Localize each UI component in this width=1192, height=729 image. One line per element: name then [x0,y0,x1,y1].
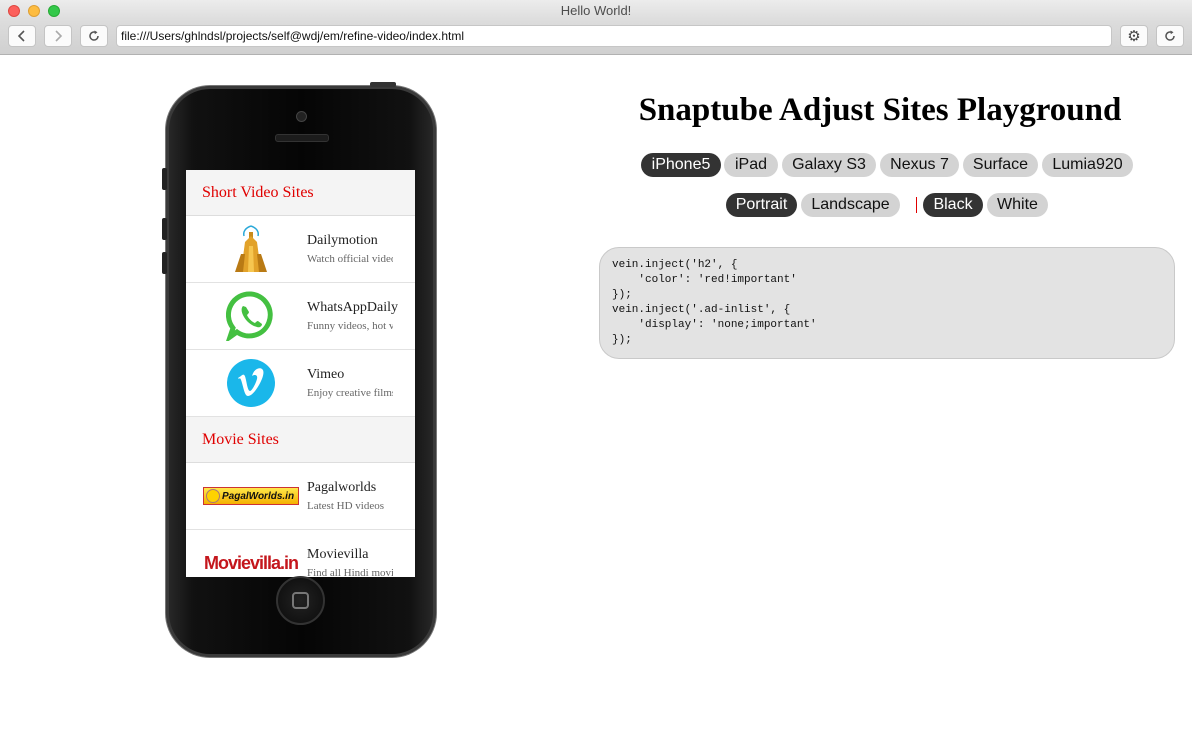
page-title: Snaptube Adjust Sites Playground [638,92,1122,128]
site-description: Find all Hindi movies [307,567,393,577]
site-title: WhatsAppDaily [307,300,398,315]
site-title: Movievilla [307,547,369,562]
chevron-right-icon [55,30,63,42]
home-button[interactable] [276,576,325,625]
browser-toolbar: file:///Users/ghlndsl/projects/self@wdj/… [0,22,1192,55]
earpiece-speaker [275,134,329,142]
device-iphone5-button[interactable]: iPhone5 [641,153,721,177]
site-row-dailymotion[interactable]: Dailymotion Watch official videos [186,216,415,283]
volume-up-button [162,218,167,240]
reload-button[interactable] [80,25,108,47]
close-window-button[interactable] [8,5,20,17]
code-editor[interactable]: vein.inject('h2', { 'color': 'red!import… [599,247,1175,359]
site-title: Pagalworlds [307,480,377,495]
settings-button[interactable]: ⚙ [1120,25,1148,47]
gear-icon: ⚙ [1127,28,1141,45]
device-lumia920-button[interactable]: Lumia920 [1042,153,1133,177]
theme-white-button[interactable]: White [987,193,1048,217]
window-titlebar: Hello World! [0,0,1192,22]
logo-text: Movievilla.in [203,552,299,573]
forward-button[interactable] [44,25,72,47]
minimize-window-button[interactable] [28,5,40,17]
theme-black-button[interactable]: Black [923,193,983,217]
address-bar[interactable]: file:///Users/ghlndsl/projects/self@wdj/… [116,25,1112,47]
site-description: Enjoy creative films [307,387,393,399]
front-camera [296,111,307,122]
site-description: Latest HD videos [307,500,384,512]
home-square-icon [292,592,309,609]
phone-screen[interactable]: Short Video Sites Dailymotion Watch offi… [186,170,415,577]
chevron-left-icon [17,30,25,42]
back-button[interactable] [8,25,36,47]
orientation-portrait-button[interactable]: Portrait [726,193,797,217]
maximize-window-button[interactable] [48,5,60,17]
device-surface-button[interactable]: Surface [963,153,1038,177]
reload-icon [1165,30,1175,41]
movievilla-logo-icon: Movievilla.in [202,538,300,577]
power-button [370,82,396,87]
device-ipad-button[interactable]: iPad [724,153,778,177]
iphone-frame: Short Video Sites Dailymotion Watch offi… [162,82,436,657]
section-header-short-video: Short Video Sites [186,170,415,216]
window-title: Hello World! [560,3,632,18]
device-galaxy-s3-button[interactable]: Galaxy S3 [782,153,876,177]
selector-separator [916,197,917,213]
reload-icon [89,30,99,41]
toolbar-reload-button[interactable] [1156,25,1184,47]
logo-text: PagalWorlds.in [222,490,295,502]
site-row-pagalworlds[interactable]: PagalWorlds.in Pagalworlds Latest HD vid… [186,463,415,530]
site-title: Dailymotion [307,233,378,248]
mute-switch [162,168,167,190]
vimeo-logo-icon [202,358,300,408]
site-description: Watch official videos [307,253,393,265]
site-title: Vimeo [307,367,345,382]
site-row-vimeo[interactable]: Vimeo Enjoy creative films [186,350,415,417]
section-header-movie: Movie Sites [186,417,415,463]
pagalworlds-logo-icon: PagalWorlds.in [202,471,300,521]
orientation-landscape-button[interactable]: Landscape [801,193,900,217]
site-description: Funny videos, hot videos [307,320,393,332]
whatsapp-logo-icon [202,291,300,341]
site-row-whatsappdaily[interactable]: WhatsAppDaily Funny videos, hot videos [186,283,415,350]
volume-down-button [162,252,167,274]
device-nexus7-button[interactable]: Nexus 7 [880,153,959,177]
dailymotion-logo-icon [202,224,300,274]
site-row-movievilla[interactable]: Movievilla.in Movievilla Find all Hindi … [186,530,415,577]
